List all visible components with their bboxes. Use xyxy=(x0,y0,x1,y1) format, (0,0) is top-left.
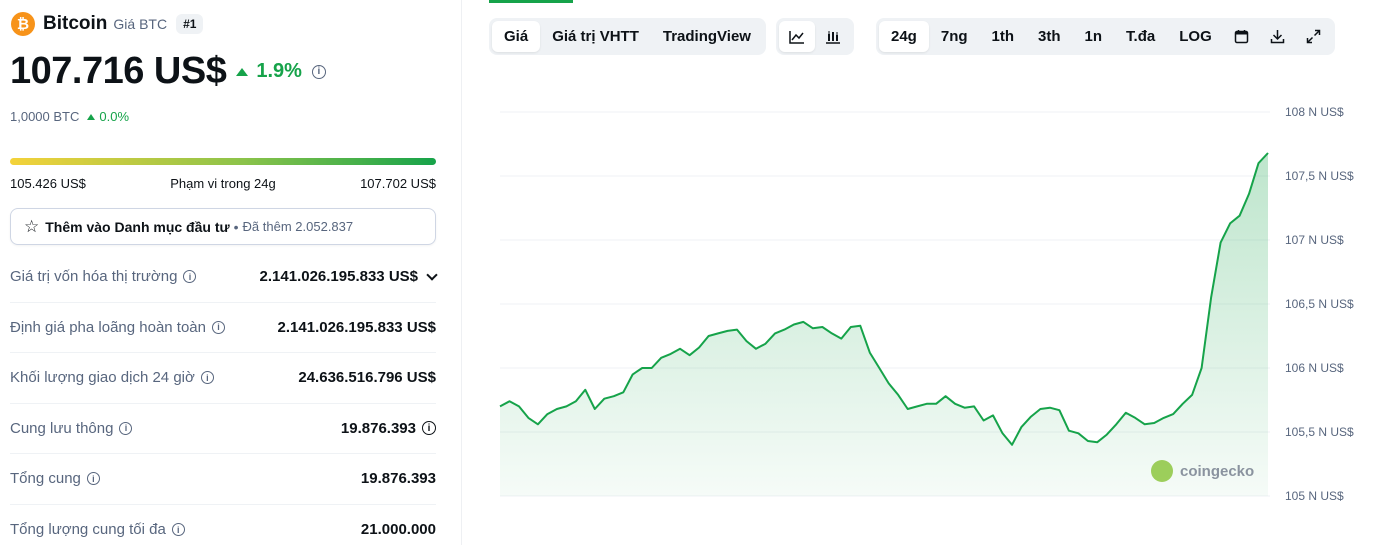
y-tick-label: 105,5 N US$ xyxy=(1285,425,1354,439)
line-chart-icon[interactable] xyxy=(779,21,815,52)
add-to-portfolio-label: Thêm vào Danh mục đầu tư xyxy=(45,218,230,235)
expand-icon[interactable] xyxy=(1296,21,1332,52)
stat-label: Cung lưu thông i xyxy=(10,419,133,437)
y-tick-label: 107,5 N US$ xyxy=(1285,169,1354,183)
btc-change-value: 0.0% xyxy=(99,109,130,124)
rank-badge: #1 xyxy=(176,14,204,34)
stat-value: 2.141.026.195.833 US$ xyxy=(277,318,436,336)
price-row: 107.716 US$ 1.9% i xyxy=(10,50,326,93)
stat-label: Tổng lượng cung tối đa i xyxy=(10,521,185,538)
chevron-down-icon[interactable] xyxy=(426,269,438,281)
range-3m[interactable]: 3th xyxy=(1026,21,1073,52)
info-icon[interactable]: i xyxy=(183,270,197,284)
stat-row-fdv: Định giá pha loãng hoàn toàn i 2.141.026… xyxy=(10,303,436,353)
y-tick-label: 105 N US$ xyxy=(1285,489,1344,503)
stat-row-volume: Khối lượng giao dịch 24 giờ i 24.636.516… xyxy=(10,353,436,404)
info-icon[interactable]: i xyxy=(422,421,436,436)
stat-row-market-cap[interactable]: Giá trị vốn hóa thị trường i 2.141.026.1… xyxy=(10,252,438,303)
info-icon[interactable]: i xyxy=(212,320,225,334)
stat-value: 24.636.516.796 US$ xyxy=(298,369,436,387)
bitcoin-logo-icon: ₿ xyxy=(11,12,35,36)
stat-row-circulating-supply: Cung lưu thông i 19.876.393 i xyxy=(10,404,436,454)
coin-header: ₿ Bitcoin Giá BTC #1 xyxy=(11,12,204,36)
portfolio-count: Đã thêm 2.052.837 xyxy=(242,219,354,234)
stat-label-text: Tổng cung xyxy=(10,470,81,488)
coin-name: Bitcoin xyxy=(43,13,108,34)
info-icon[interactable]: i xyxy=(86,472,100,486)
stat-row-total-supply: Tổng cung i 19.876.393 xyxy=(10,454,436,505)
stat-value-text: 2.141.026.195.833 US$ xyxy=(259,268,418,286)
candlestick-icon[interactable] xyxy=(815,21,851,52)
y-tick-label: 106,5 N US$ xyxy=(1285,297,1354,311)
info-icon[interactable]: i xyxy=(119,421,133,435)
star-icon: ☆ xyxy=(24,216,40,236)
stat-label: Định giá pha loãng hoàn toàn i xyxy=(10,319,225,336)
chart-type-toggle xyxy=(776,18,854,55)
tab-price[interactable]: Giá xyxy=(492,21,541,52)
range-label: Phạm vi trong 24g xyxy=(170,176,276,191)
y-tick-label: 107 N US$ xyxy=(1285,233,1344,247)
24h-range-labels: 105.426 US$ Phạm vi trong 24g 107.702 US… xyxy=(10,176,436,191)
active-section-indicator xyxy=(489,0,573,3)
tab-tradingview[interactable]: TradingView xyxy=(651,21,763,52)
stat-label: Khối lượng giao dịch 24 giờ i xyxy=(10,369,214,386)
tab-market-cap[interactable]: Giá trị VHTT xyxy=(540,21,651,52)
stat-value: 19.876.393 xyxy=(360,470,436,488)
stat-row-max-supply: Tổng lượng cung tối đa i 21.000.000 xyxy=(10,505,436,545)
watermark-text: coingecko xyxy=(1180,462,1255,480)
time-range-tabs: 24g 7ng 1th 3th 1n T.đa LOG xyxy=(876,18,1335,55)
coingecko-logo-icon xyxy=(1151,460,1173,482)
range-24h[interactable]: 24g xyxy=(879,21,929,52)
coin-subtitle: Giá BTC xyxy=(113,16,168,32)
range-low: 105.426 US$ xyxy=(10,176,86,191)
stat-label-text: Giá trị vốn hóa thị trường xyxy=(10,268,178,286)
stat-label: Tổng cung i xyxy=(10,470,100,487)
btc-price-row: 1,0000 BTC 0.0% xyxy=(10,109,129,124)
current-price: 107.716 US$ xyxy=(10,50,227,92)
range-max[interactable]: T.đa xyxy=(1114,21,1167,52)
stat-label: Giá trị vốn hóa thị trường i xyxy=(10,268,197,286)
stat-label-text: Khối lượng giao dịch 24 giờ xyxy=(10,369,195,387)
calendar-icon[interactable] xyxy=(1224,21,1260,52)
stats-list: Giá trị vốn hóa thị trường i 2.141.026.1… xyxy=(10,252,438,545)
y-tick-label: 108 N US$ xyxy=(1285,105,1344,119)
info-icon[interactable]: i xyxy=(311,64,326,79)
y-tick-label: 106 N US$ xyxy=(1285,361,1344,375)
separator-dot: • xyxy=(233,218,239,235)
btc-amount: 1,0000 BTC xyxy=(10,109,80,124)
coingecko-watermark: coingecko xyxy=(1151,460,1254,482)
stat-value-text: 19.876.393 xyxy=(340,419,416,437)
stat-value: 21.000.000 xyxy=(360,521,436,539)
range-1m[interactable]: 1th xyxy=(980,21,1027,52)
range-high: 107.702 US$ xyxy=(360,176,436,191)
add-to-portfolio-button[interactable]: ☆ Thêm vào Danh mục đầu tư • Đã thêm 2.0… xyxy=(10,208,436,245)
coin-summary-panel: ₿ Bitcoin Giá BTC #1 107.716 US$ 1.9% i … xyxy=(0,0,462,545)
up-triangle-icon xyxy=(236,67,249,76)
price-chart[interactable]: 108 N US$ 107,5 N US$ 107 N US$ 106,5 N US$… xyxy=(480,80,1383,545)
range-7d[interactable]: 7ng xyxy=(929,21,980,52)
info-icon[interactable]: i xyxy=(200,371,214,385)
stat-label-text: Định giá pha loãng hoàn toàn xyxy=(10,318,206,336)
stat-label-text: Cung lưu thông xyxy=(10,419,114,437)
24h-range-bar xyxy=(10,158,436,165)
price-area-fill xyxy=(500,153,1268,496)
price-change-value: 1.9% xyxy=(256,60,302,82)
price-change: 1.9% xyxy=(236,60,302,83)
info-icon[interactable]: i xyxy=(171,523,185,537)
log-scale-toggle[interactable]: LOG xyxy=(1167,21,1224,52)
btc-change: 0.0% xyxy=(87,109,129,124)
stat-value: 19.876.393 i xyxy=(341,420,436,437)
up-triangle-icon xyxy=(87,113,96,120)
stat-label-text: Tổng lượng cung tối đa xyxy=(10,521,166,539)
stat-value: 2.141.026.195.833 US$ xyxy=(259,268,438,286)
range-1y[interactable]: 1n xyxy=(1073,21,1115,52)
chart-tabs: Giá Giá trị VHTT TradingView xyxy=(489,18,766,55)
download-icon[interactable] xyxy=(1260,21,1296,52)
